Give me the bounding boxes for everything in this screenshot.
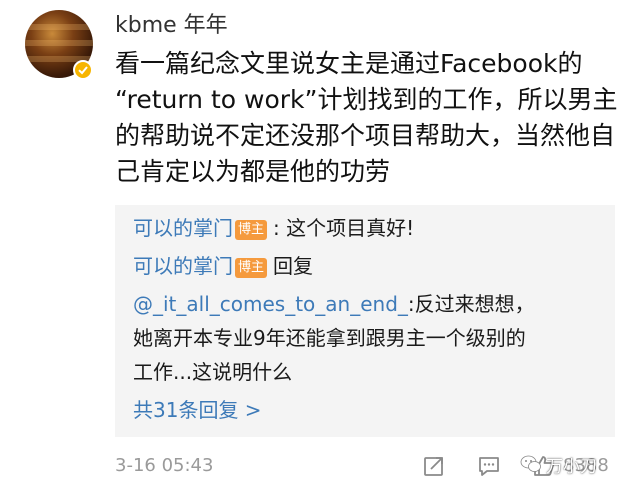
reply-author-link[interactable]: 可以的掌门 xyxy=(133,216,233,240)
watermark-text: 万小刀 xyxy=(546,456,597,477)
avatar-detail xyxy=(25,40,93,46)
reply-text-line: 她离开本专业9年还能拿到跟男主一个级别的 xyxy=(133,326,526,350)
mention-link[interactable]: @_it_all_comes_to_an_end_ xyxy=(133,292,408,316)
reply-text: :反过来想想， xyxy=(407,292,535,316)
reply-box: 可以的掌门 博主: 这个项目真好! 可以的掌门 博主 回复 @_it_all_come… xyxy=(115,205,615,437)
post-content: 看一篇纪念文里说女主是通过Facebook的 “return to work”计… xyxy=(115,46,620,190)
more-replies-link[interactable]: 共31条回复 > xyxy=(133,395,262,425)
username[interactable]: kbme 年年 xyxy=(115,12,228,40)
wechat-icon xyxy=(520,455,541,472)
weibo-post: kbme 年年 看一篇纪念文里说女主是通过Facebook的 “return t… xyxy=(0,0,640,485)
reply-text: : 这个项目真好! xyxy=(273,216,415,240)
watermark: 万小刀 xyxy=(520,450,597,478)
reply-author-link[interactable]: 可以的掌门 xyxy=(133,254,233,278)
reply-action-label: 回复 xyxy=(273,254,314,278)
verified-badge-icon xyxy=(73,60,93,80)
post-content-line: 的帮助说不定还没那个项目帮助大，当然他自 xyxy=(115,121,616,150)
reply-item: 可以的掌门 博主: 这个项目真好! xyxy=(133,213,414,243)
blogger-badge: 博主 xyxy=(235,220,268,240)
post-content-line: “return to work”计划找到的工作，所以男主 xyxy=(115,85,618,114)
reply-text-line: @_it_all_comes_to_an_end_:反过来想想， xyxy=(133,289,535,319)
reply-item: 可以的掌门 博主 回复 xyxy=(133,251,313,281)
avatar-detail xyxy=(25,24,93,30)
post-content-line: 己肯定以为都是他的功劳 xyxy=(115,157,391,186)
blogger-badge: 博主 xyxy=(235,258,268,278)
post-content-line: 看一篇纪念文里说女主是通过Facebook的 xyxy=(115,49,583,78)
comment-icon[interactable] xyxy=(477,454,501,478)
reply-text-line: 工作...这说明什么 xyxy=(133,360,293,384)
post-timestamp: 3-16 05:43 xyxy=(115,455,214,476)
share-icon[interactable] xyxy=(422,454,446,478)
